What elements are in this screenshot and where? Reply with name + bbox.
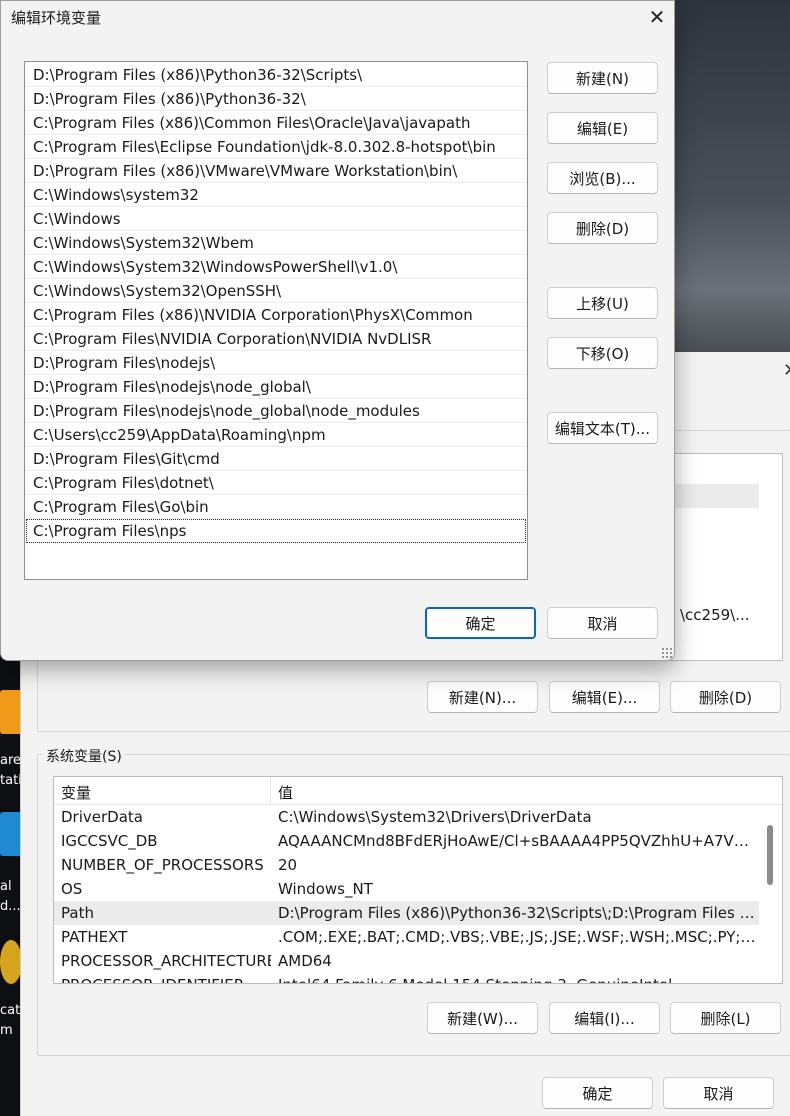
user-variable-value: \cc259\... [680,606,750,624]
system-variables-label: 系统变量(S) [43,746,125,766]
column-header-variable[interactable]: 变量 [54,777,271,804]
list-item[interactable]: C:\Program Files (x86)\NVIDIA Corporatio… [26,303,526,327]
close-icon[interactable]: ✕ [643,3,671,31]
list-item[interactable]: C:\Windows\System32\Wbem [26,231,526,255]
move-down-button[interactable]: 下移(O) [547,337,658,369]
list-item[interactable]: D:\Program Files\nodejs\node_global\node… [26,399,526,423]
list-item[interactable]: D:\Program Files\nodejs\node_global\ [26,375,526,399]
variable-name: PROCESSOR_IDENTIFIER [54,973,271,983]
cancel-button[interactable]: 取消 [663,1077,774,1109]
tomcat-app-icon[interactable] [0,940,22,984]
list-item[interactable]: C:\Program Files\NVIDIA Corporation\NVID… [26,327,526,351]
list-item[interactable]: D:\Program Files (x86)\Python36-32\ [26,87,526,111]
list-item[interactable]: C:\Program Files\Eclipse Foundation\jdk-… [26,135,526,159]
vmware-app-icon[interactable] [0,690,22,734]
edit-environment-variable-dialog: 编辑环境变量 ✕ D:\Program Files (x86)\Python36… [0,0,675,661]
list-item[interactable]: D:\Program Files\nodejs\ [26,351,526,375]
ok-button[interactable]: 确定 [542,1077,653,1109]
variable-value: AMD64 [278,952,332,970]
variable-name: IGCCSVC_DB [61,832,158,850]
close-icon[interactable]: ✕ [783,360,790,381]
variable-name: PROCESSOR_ARCHITECTURE [61,952,271,970]
scrollbar[interactable] [767,825,773,885]
user-new-button[interactable]: 新建(N)... [427,681,538,713]
ok-button[interactable]: 确定 [425,607,536,639]
table-row[interactable]: PROCESSOR_ARCHITECTURE AMD64 [54,949,759,973]
list-item[interactable]: D:\Program Files\Git\cmd [26,447,526,471]
list-item[interactable]: C:\Windows [26,207,526,231]
desktop-icon-label: are [0,753,22,768]
path-entries-list[interactable]: D:\Program Files (x86)\Python36-32\Scrip… [24,61,528,580]
desktop-icon-label: cat [0,1003,21,1018]
variable-value: D:\Program Files (x86)\Python36-32\Scrip… [278,904,756,922]
list-item[interactable]: C:\Windows\system32 [26,183,526,207]
list-item[interactable]: C:\Windows\System32\OpenSSH\ [26,279,526,303]
edit-button[interactable]: 编辑(E) [547,112,658,144]
table-row-selected[interactable]: Path D:\Program Files (x86)\Python36-32\… [54,901,759,925]
column-header-value[interactable]: 值 [271,777,293,804]
variable-value: C:\Windows\System32\Drivers\DriverData [278,808,592,826]
list-item[interactable]: C:\Windows\System32\WindowsPowerShell\v1… [26,255,526,279]
variable-name: PATHEXT [61,928,128,946]
edit-text-button[interactable]: 编辑文本(T)... [547,412,658,444]
table-row[interactable]: OS Windows_NT [54,877,759,901]
desktop-icon-label: m [0,1023,13,1038]
desktop-icon-label: al [0,879,12,894]
resize-grip-icon[interactable] [661,647,673,659]
list-item[interactable]: D:\Program Files (x86)\VMware\VMware Wor… [26,159,526,183]
move-up-button[interactable]: 上移(U) [547,287,658,319]
table-row[interactable]: PATHEXT .COM;.EXE;.BAT;.CMD;.VBS;.VBE;.J… [54,925,759,949]
list-item-focused[interactable]: C:\Program Files\nps [26,519,526,543]
variable-name: DriverData [61,808,143,826]
list-item[interactable]: C:\Users\cc259\AppData\Roaming\npm [26,423,526,447]
browse-button[interactable]: 浏览(B)... [547,162,658,194]
variable-name: Path [61,904,94,922]
cancel-button[interactable]: 取消 [547,607,658,639]
variable-value: Windows_NT [278,880,373,898]
list-item[interactable]: D:\Program Files (x86)\Python36-32\Scrip… [26,63,526,87]
dialog-title: 编辑环境变量 [11,9,102,27]
new-button[interactable]: 新建(N) [547,62,658,94]
variable-name: OS [61,880,83,898]
system-delete-button[interactable]: 删除(L) [670,1002,781,1034]
list-item[interactable]: C:\Program Files\Go\bin [26,495,526,519]
variable-value: Intel64 Family 6 Model 154 Stepping 3, G… [271,973,756,983]
table-row[interactable]: IGCCSVC_DB AQAAANCMnd8BFdERjHoAwE/Cl+sBA… [54,829,759,853]
delete-button[interactable]: 删除(D) [547,212,658,244]
table-row[interactable]: DriverData C:\Windows\System32\Drivers\D… [54,805,759,829]
vscode-app-icon[interactable] [0,812,22,856]
variable-value: 20 [278,856,298,874]
list-item[interactable]: C:\Program Files\dotnet\ [26,471,526,495]
list-item[interactable]: C:\Program Files (x86)\Common Files\Orac… [26,111,526,135]
user-delete-button[interactable]: 删除(D) [670,681,781,713]
table-row[interactable]: PROCESSOR_IDENTIFIER Intel64 Family 6 Mo… [54,973,759,983]
desktop-icon-label: tati [0,773,22,788]
system-edit-button[interactable]: 编辑(I)... [549,1002,660,1034]
system-new-button[interactable]: 新建(W)... [427,1002,538,1034]
desktop-icon-label: d... [0,899,21,914]
user-edit-button[interactable]: 编辑(E)... [549,681,660,713]
variable-value: .COM;.EXE;.BAT;.CMD;.VBS;.VBE;.JS;.JSE;.… [278,928,756,946]
table-row[interactable]: NUMBER_OF_PROCESSORS 20 [54,853,759,877]
variable-value: AQAAANCMnd8BFdERjHoAwE/Cl+sBAAAA4PP5QVZh… [278,832,756,850]
system-variables-list[interactable]: 变量 值 DriverData C:\Windows\System32\Driv… [53,776,783,984]
variable-name: NUMBER_OF_PROCESSORS [61,856,264,874]
table-header: 变量 值 [54,777,782,805]
